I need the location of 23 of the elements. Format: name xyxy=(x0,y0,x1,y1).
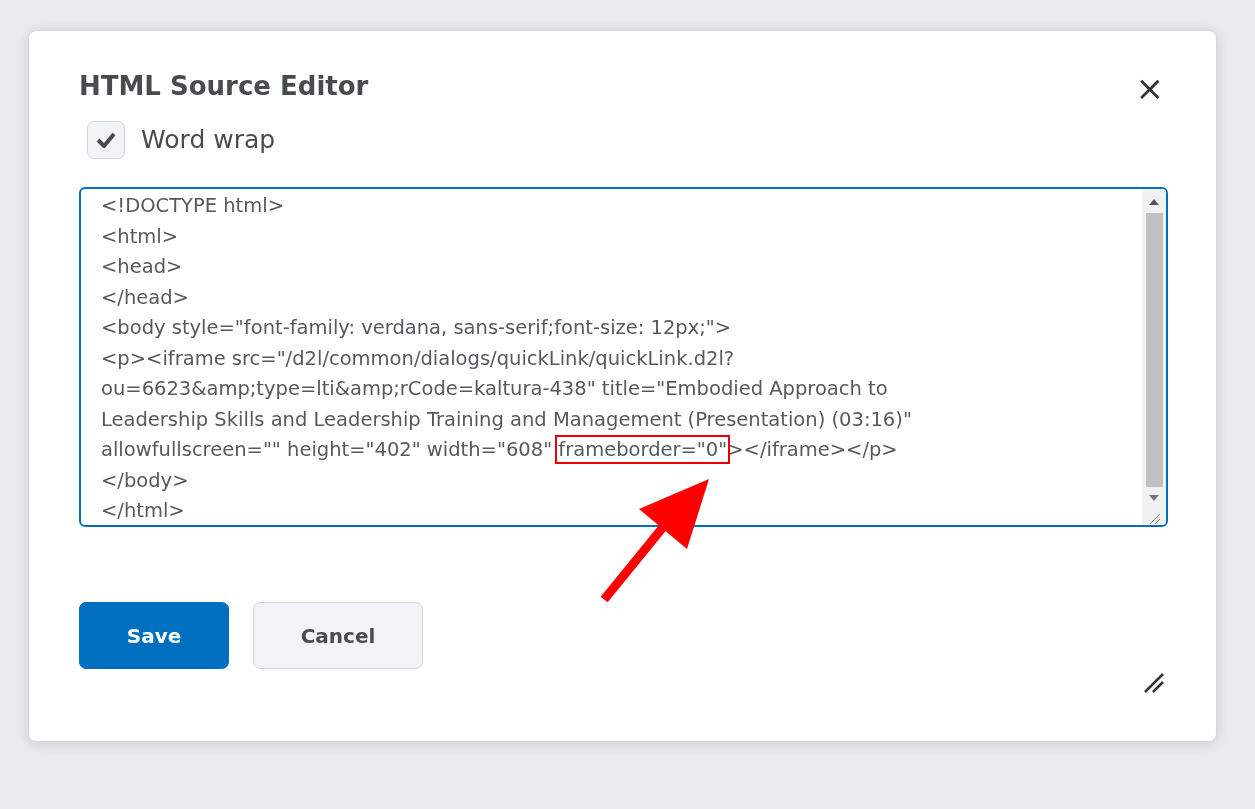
dialog-title: HTML Source Editor xyxy=(79,71,369,103)
code-line: <!DOCTYPE html> xyxy=(101,193,285,219)
code-line: </body> xyxy=(101,467,190,494)
scroll-up-icon[interactable] xyxy=(1148,197,1160,207)
resize-grip-icon[interactable] xyxy=(1142,671,1166,695)
code-line: <html> xyxy=(101,223,180,250)
code-line: </head> xyxy=(101,284,190,311)
code-line: <body style="font-family: verdana, sans-serif;font-size: 12px;"> xyxy=(101,315,733,341)
check-icon xyxy=(96,132,116,148)
word-wrap-label: Word wrap xyxy=(141,124,276,157)
scrollbar[interactable] xyxy=(1142,189,1166,525)
save-button[interactable]: Save xyxy=(79,602,229,669)
code-line: </html> xyxy=(101,498,186,524)
code-line: <head> xyxy=(101,254,184,280)
code-line: <p><iframe src="/d2l/common/dialogs/quickLink/quickLink.d2l? xyxy=(101,345,736,372)
close-button[interactable]: × xyxy=(1131,71,1168,105)
word-wrap-checkbox[interactable] xyxy=(87,121,125,159)
resize-grip-icon[interactable] xyxy=(1147,511,1161,525)
code-line: Leadership Skills and Leadership Training and Management (Presentation) (03:16)" xyxy=(101,406,913,433)
cancel-button[interactable]: Cancel xyxy=(253,602,423,669)
code-line: allowfullscreen="" height="402" width="608" frameborder="0"></iframe></p> xyxy=(101,435,1122,466)
code-line: ou=6623&amp;type=lti&amp;rCode=kaltura-438" title="Embodied Approach to xyxy=(101,376,889,402)
scroll-down-icon[interactable] xyxy=(1148,493,1160,503)
